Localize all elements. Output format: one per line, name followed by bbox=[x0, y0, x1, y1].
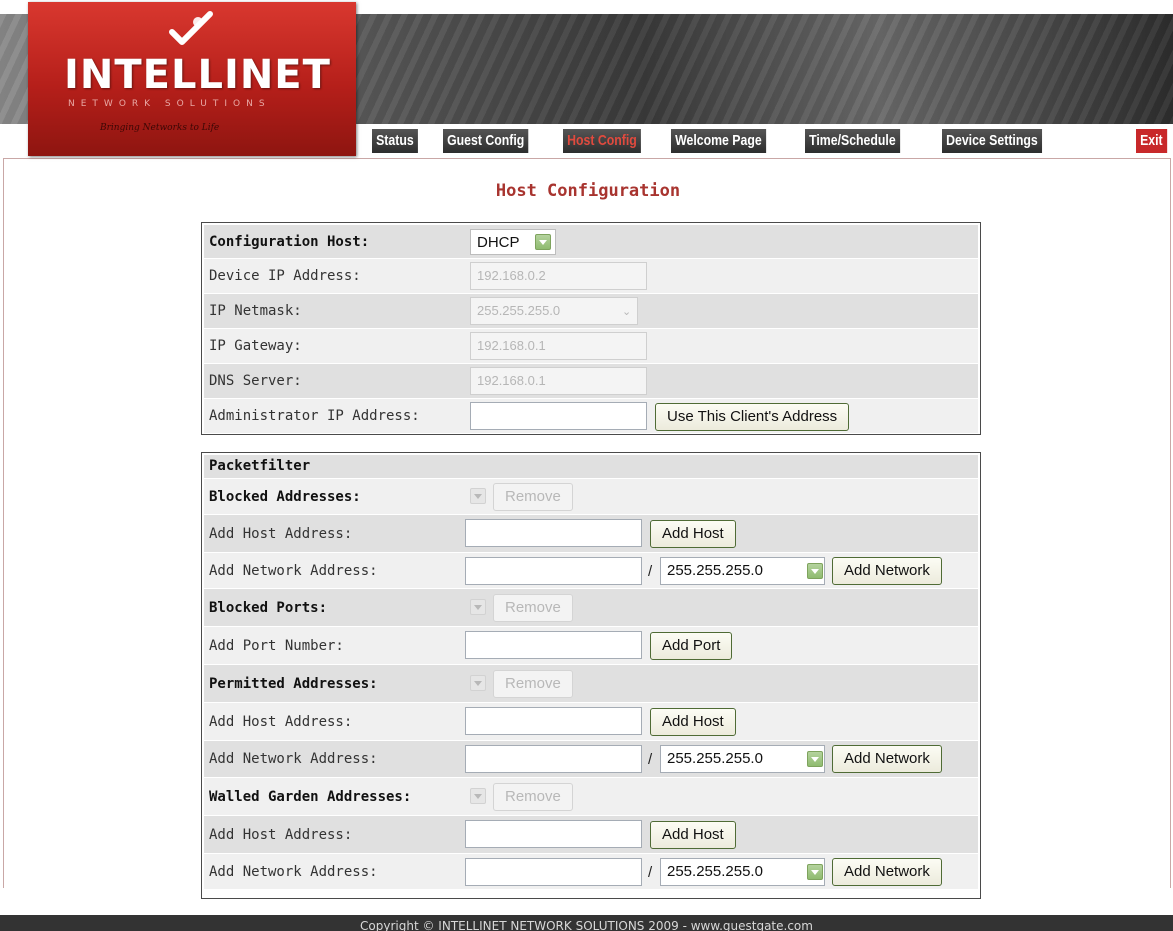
device-ip-label: Device IP Address: bbox=[209, 268, 361, 284]
add-host-address-label: Add Host Address: bbox=[209, 714, 353, 730]
nav-guest-config[interactable]: Guest Config bbox=[443, 129, 529, 153]
row-ip-netmask: IP Netmask: 255.255.255.0 ⌄ bbox=[204, 294, 978, 329]
row-admin-ip: Administrator IP Address: Use This Clien… bbox=[204, 399, 978, 434]
brand-name: INTELLINET bbox=[64, 52, 331, 98]
page-title: Host Configuration bbox=[495, 181, 681, 201]
brand-subline: NETWORK SOLUTIONS bbox=[68, 99, 271, 109]
exit-button[interactable]: Exit bbox=[1136, 129, 1167, 153]
row-device-ip: Device IP Address: 192.168.0.2 bbox=[204, 259, 978, 294]
network-mask-select[interactable]: 255.255.255.0 bbox=[660, 858, 825, 886]
remove-button[interactable]: Remove bbox=[493, 783, 573, 811]
add-host-button[interactable]: Add Host bbox=[650, 520, 736, 548]
walled-garden-label: Walled Garden Addresses: bbox=[209, 789, 412, 805]
network-mask-select[interactable]: 255.255.255.0 bbox=[660, 745, 825, 773]
add-network-button[interactable]: Add Network bbox=[832, 858, 942, 886]
row-add-port-number: Add Port Number: Add Port bbox=[204, 627, 978, 665]
chevron-down-icon[interactable] bbox=[807, 751, 823, 767]
host-config-box: Configuration Host: DHCP Device IP Addre… bbox=[201, 222, 981, 435]
packetfilter-title: Packetfilter bbox=[209, 458, 311, 474]
row-add-host-address: Add Host Address: Add Host bbox=[204, 703, 978, 741]
copyright-text: Copyright © INTELLINET NETWORK SOLUTIONS… bbox=[360, 919, 813, 931]
configuration-host-label: Configuration Host: bbox=[209, 234, 370, 250]
add-port-button[interactable]: Add Port bbox=[650, 632, 733, 660]
remove-button[interactable]: Remove bbox=[493, 670, 573, 698]
row-packetfilter-header: Packetfilter bbox=[204, 455, 978, 479]
add-network-address-label: Add Network Address: bbox=[209, 563, 378, 579]
nav-time-schedule[interactable]: Time/Schedule bbox=[805, 129, 900, 153]
row-add-host-address: Add Host Address: Add Host bbox=[204, 515, 978, 553]
nav-device-settings[interactable]: Device Settings bbox=[942, 129, 1042, 153]
chevron-down-icon[interactable] bbox=[807, 864, 823, 880]
row-add-network-address: Add Network Address: / 255.255.255.0 Add… bbox=[204, 553, 978, 589]
add-port-number-input[interactable] bbox=[465, 631, 642, 659]
chevron-down-icon bbox=[470, 788, 486, 804]
network-mask-value: 255.255.255.0 bbox=[667, 562, 763, 579]
top-nav: Status Guest Config Host Config Welcome … bbox=[0, 129, 1173, 155]
remove-button[interactable]: Remove bbox=[493, 483, 573, 511]
row-configuration-host: Configuration Host: DHCP bbox=[204, 225, 978, 259]
row-blocked-addresses: Blocked Addresses: Remove bbox=[204, 479, 978, 515]
ip-gateway-label: IP Gateway: bbox=[209, 338, 302, 354]
add-network-button[interactable]: Add Network bbox=[832, 745, 942, 773]
remove-button[interactable]: Remove bbox=[493, 594, 573, 622]
add-host-button[interactable]: Add Host bbox=[650, 821, 736, 849]
row-add-host-address: Add Host Address: Add Host bbox=[204, 816, 978, 854]
chevron-down-icon bbox=[470, 675, 486, 691]
row-blocked-ports: Blocked Ports: Remove bbox=[204, 589, 978, 627]
row-add-network-address: Add Network Address: / 255.255.255.0 Add… bbox=[204, 854, 978, 890]
chevron-down-icon: ⌄ bbox=[622, 305, 632, 318]
row-ip-gateway: IP Gateway: 192.168.0.1 bbox=[204, 329, 978, 364]
device-ip-input[interactable]: 192.168.0.2 bbox=[470, 262, 647, 290]
footer: Copyright © INTELLINET NETWORK SOLUTIONS… bbox=[0, 915, 1173, 931]
add-network-address-input[interactable] bbox=[465, 858, 642, 886]
add-port-number-label: Add Port Number: bbox=[209, 638, 344, 654]
add-network-address-input[interactable] bbox=[465, 557, 642, 585]
row-dns-server: DNS Server: 192.168.0.1 bbox=[204, 364, 978, 399]
configuration-host-value: DHCP bbox=[477, 234, 520, 251]
slash-separator: / bbox=[648, 864, 653, 881]
add-network-address-input[interactable] bbox=[465, 745, 642, 773]
admin-ip-input[interactable] bbox=[470, 402, 647, 430]
blocked-addresses-label: Blocked Addresses: bbox=[209, 489, 361, 505]
network-mask-select[interactable]: 255.255.255.0 bbox=[660, 557, 825, 585]
row-permitted-addresses: Permitted Addresses: Remove bbox=[204, 665, 978, 703]
packetfilter-box: Packetfilter Blocked Addresses: Remove A… bbox=[201, 452, 981, 899]
chevron-down-icon bbox=[470, 599, 486, 615]
add-host-button[interactable]: Add Host bbox=[650, 708, 736, 736]
nav-status[interactable]: Status bbox=[372, 129, 418, 153]
row-walled-garden: Walled Garden Addresses: Remove bbox=[204, 778, 978, 816]
ip-netmask-label: IP Netmask: bbox=[209, 303, 302, 319]
add-network-button[interactable]: Add Network bbox=[832, 557, 942, 585]
ip-netmask-select[interactable]: 255.255.255.0 bbox=[470, 297, 638, 325]
permitted-addresses-label: Permitted Addresses: bbox=[209, 676, 378, 692]
network-mask-value: 255.255.255.0 bbox=[667, 750, 763, 767]
add-network-address-label: Add Network Address: bbox=[209, 751, 378, 767]
ip-gateway-input[interactable]: 192.168.0.1 bbox=[470, 332, 647, 360]
add-host-address-label: Add Host Address: bbox=[209, 827, 353, 843]
main-panel: Host Configuration Configuration Host: D… bbox=[3, 158, 1171, 899]
use-client-address-button[interactable]: Use This Client's Address bbox=[655, 403, 850, 431]
chevron-down-icon[interactable] bbox=[807, 563, 823, 579]
add-host-address-label: Add Host Address: bbox=[209, 526, 353, 542]
header: INTELLINET NETWORK SOLUTIONS Bringing Ne… bbox=[0, 0, 1173, 158]
chevron-down-icon bbox=[470, 488, 486, 504]
add-host-address-input[interactable] bbox=[465, 707, 642, 735]
chevron-down-icon[interactable] bbox=[535, 234, 551, 250]
admin-ip-label: Administrator IP Address: bbox=[209, 408, 420, 424]
blocked-ports-label: Blocked Ports: bbox=[209, 600, 328, 616]
add-host-address-input[interactable] bbox=[465, 820, 642, 848]
slash-separator: / bbox=[648, 751, 653, 768]
add-host-address-input[interactable] bbox=[465, 519, 642, 547]
row-add-network-address: Add Network Address: / 255.255.255.0 Add… bbox=[204, 741, 978, 778]
checkmark-icon bbox=[169, 11, 213, 45]
network-mask-value: 255.255.255.0 bbox=[667, 863, 763, 880]
dns-server-input[interactable]: 192.168.0.1 bbox=[470, 367, 647, 395]
nav-welcome-page[interactable]: Welcome Page bbox=[671, 129, 766, 153]
add-network-address-label: Add Network Address: bbox=[209, 864, 378, 880]
slash-separator: / bbox=[648, 563, 653, 580]
dns-server-label: DNS Server: bbox=[209, 373, 302, 389]
nav-host-config[interactable]: Host Config bbox=[563, 129, 641, 153]
ip-netmask-value: 255.255.255.0 bbox=[477, 303, 561, 318]
